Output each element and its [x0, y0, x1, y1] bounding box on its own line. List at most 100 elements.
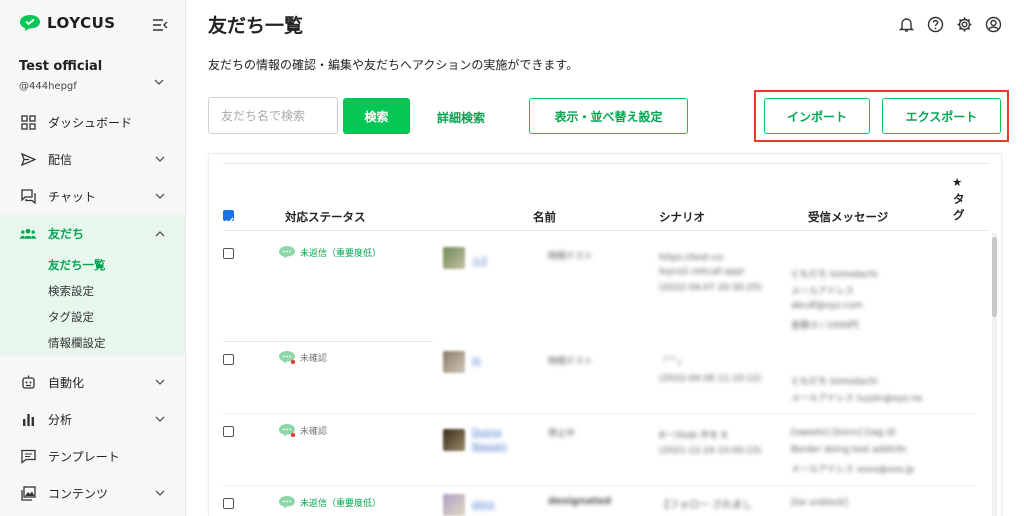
status-chat-icon	[279, 496, 295, 509]
chat-icon	[20, 189, 36, 205]
status-chat-icon	[279, 424, 296, 437]
status-label: 未返信（重要度低）	[300, 498, 382, 509]
table-header: 対応ステータス 名前 シナリオ 受信メッセージ ★ タ グ	[223, 163, 989, 231]
sidebar-item-label: 自動化	[48, 376, 85, 390]
brand-logo[interactable]: LOYCUS	[19, 14, 116, 32]
send-icon	[20, 152, 36, 168]
chevron-down-icon	[155, 193, 165, 199]
column-header-message[interactable]: 受信メッセージ	[808, 209, 888, 225]
chevron-up-icon	[155, 231, 165, 237]
row-checkbox[interactable]	[223, 498, 234, 509]
sidebar-item-label: チャット	[48, 190, 96, 204]
scenario-value: 「〝〞」	[659, 357, 687, 367]
row-checkbox[interactable]	[223, 248, 234, 259]
brand-name: LOYCUS	[47, 14, 116, 32]
column-header-scenario[interactable]: シナリオ	[659, 209, 705, 225]
column-header-tag[interactable]: グ	[953, 207, 965, 223]
sidebar-item-label: コンテンツ	[48, 487, 109, 501]
status-badge[interactable]: 未返信（重要度低）	[278, 495, 381, 509]
sidebar-item-templates[interactable]: テンプレート	[0, 438, 185, 475]
table-row[interactable]: 未返信（重要度低） ekiro designated 【フォロー されまし [t…	[223, 486, 975, 516]
sidebar-item-label: 配信	[48, 153, 73, 167]
message-line: [sweets] [bnnn] [tag d]	[791, 428, 896, 438]
status-badge[interactable]: 未確認	[278, 423, 327, 437]
scenario-value: 【フォロー されまし	[659, 500, 753, 511]
scenario-date: (2021-12-24 10:00:15)	[659, 446, 762, 456]
account-switcher[interactable]: Test official @444hepgf	[19, 59, 169, 92]
template-message-icon	[20, 449, 36, 465]
gear-icon[interactable]	[956, 16, 973, 33]
friends-submenu: 友だち一覧 検索設定 タグ設定 情報欄設定	[0, 252, 185, 356]
chevron-down-icon	[155, 156, 165, 162]
scenario-label: 時間テスト	[548, 252, 594, 262]
status-chat-icon	[279, 246, 295, 259]
table-row[interactable]: 未確認 m 時間テスト 「〝〞」 (2022-04-06 11:10:12) と…	[223, 342, 975, 414]
bell-icon[interactable]	[898, 16, 915, 33]
friend-name-link[interactable]: Duena Nauuen	[472, 426, 512, 454]
message-line: メールアドレス xxxx@xxx.jp	[791, 465, 915, 475]
chevron-down-icon	[155, 379, 165, 385]
bar-chart-icon	[20, 412, 36, 428]
header-actions	[898, 16, 1002, 33]
row-checkbox[interactable]	[223, 354, 234, 365]
status-label: 未返信（重要度低）	[300, 248, 382, 259]
grid-icon	[20, 115, 36, 131]
table-scrollbar[interactable]	[992, 233, 997, 516]
robot-icon	[20, 375, 36, 391]
sidebar-subitem-info-settings[interactable]: 情報欄設定	[0, 330, 185, 356]
sidebar-item-label: ダッシュボード	[48, 116, 133, 130]
sidebar-subitem-search-settings[interactable]: 検索設定	[0, 278, 185, 304]
table-row[interactable]: 未返信（重要度低） ｎ3 時間テスト https://test-co-loyco…	[223, 233, 975, 343]
scrollbar-thumb[interactable]	[992, 237, 997, 317]
people-icon	[20, 226, 36, 242]
scenario-value: https://test-co-loyco2.netcall.app/	[659, 253, 745, 277]
account-name: Test official	[19, 59, 103, 74]
message-line: メールアドレス	[791, 287, 855, 297]
image-gallery-icon	[20, 486, 36, 502]
avatar	[443, 494, 465, 516]
status-label: 未確認	[300, 426, 328, 437]
message-line: [tie unblock]	[791, 498, 848, 508]
scenario-label: 時間テスト	[548, 357, 594, 367]
chevron-down-icon	[155, 490, 165, 496]
friend-name-link[interactable]: ｎ3	[472, 253, 487, 266]
status-badge[interactable]: 未返信（重要度低）	[278, 245, 381, 259]
row-checkbox[interactable]	[223, 426, 234, 437]
friends-table: 対応ステータス 名前 シナリオ 受信メッセージ ★ タ グ 未返信（重要度低） …	[208, 153, 1002, 516]
sidebar-item-dashboard[interactable]: ダッシュボード	[0, 104, 185, 141]
chevron-down-icon[interactable]	[154, 78, 164, 86]
friend-name-link[interactable]: m	[472, 356, 481, 366]
page-description: 友だちの情報の確認・編集や友だちへアクションの実施ができます。	[208, 58, 579, 72]
column-header-star[interactable]: ★	[952, 175, 962, 189]
friend-name-search-input[interactable]	[208, 97, 338, 134]
column-header-status[interactable]: 対応ステータス	[285, 209, 366, 225]
select-all-checkbox[interactable]	[223, 210, 234, 225]
search-button[interactable]: 検索	[343, 98, 410, 134]
account-id: @444hepgf	[19, 81, 77, 92]
friend-name-link[interactable]: ekiro	[472, 500, 494, 510]
avatar	[443, 429, 465, 451]
sidebar-item-chat[interactable]: チャット	[0, 178, 185, 215]
message-line: メールアドレス tuzzin@xyz.ne	[791, 394, 923, 404]
message-line: ともだち tomodachi	[791, 270, 878, 280]
sidebar-item-delivery[interactable]: 配信	[0, 141, 185, 178]
sidebar-subitem-tag-settings[interactable]: タグ設定	[0, 304, 185, 330]
page-title: 友だち一覧	[208, 15, 304, 37]
sidebar-item-automation[interactable]: 自動化	[0, 364, 185, 401]
display-sort-settings-button[interactable]: 表示・並べ替え設定	[529, 98, 688, 134]
chevron-down-icon	[155, 416, 165, 422]
main-content: 友だち一覧 友だちの情報の確認・編集や友だちへアクションの実施ができます。 検索…	[186, 0, 1024, 516]
user-account-icon[interactable]	[985, 16, 1002, 33]
collapse-menu-icon[interactable]	[152, 18, 168, 32]
status-badge[interactable]: 未確認	[278, 350, 327, 364]
sidebar-item-contents[interactable]: コンテンツ	[0, 475, 185, 512]
detail-search-link[interactable]: 詳細検索	[437, 109, 485, 126]
sidebar-subitem-friend-list[interactable]: 友だち一覧	[0, 252, 185, 278]
help-icon[interactable]	[927, 16, 944, 33]
sidebar-item-analytics[interactable]: 分析	[0, 401, 185, 438]
table-row[interactable]: 未確認 Duena Nauuen 停止中 8ー!thde 件を 8 (2021-…	[223, 414, 975, 486]
column-header-name[interactable]: 名前	[533, 209, 556, 225]
sidebar-item-friends[interactable]: 友だち	[0, 215, 185, 252]
sidebar: LOYCUS Test official @444hepgf ダッシュボード 配…	[0, 0, 186, 516]
column-header-tag[interactable]: タ	[953, 191, 965, 207]
